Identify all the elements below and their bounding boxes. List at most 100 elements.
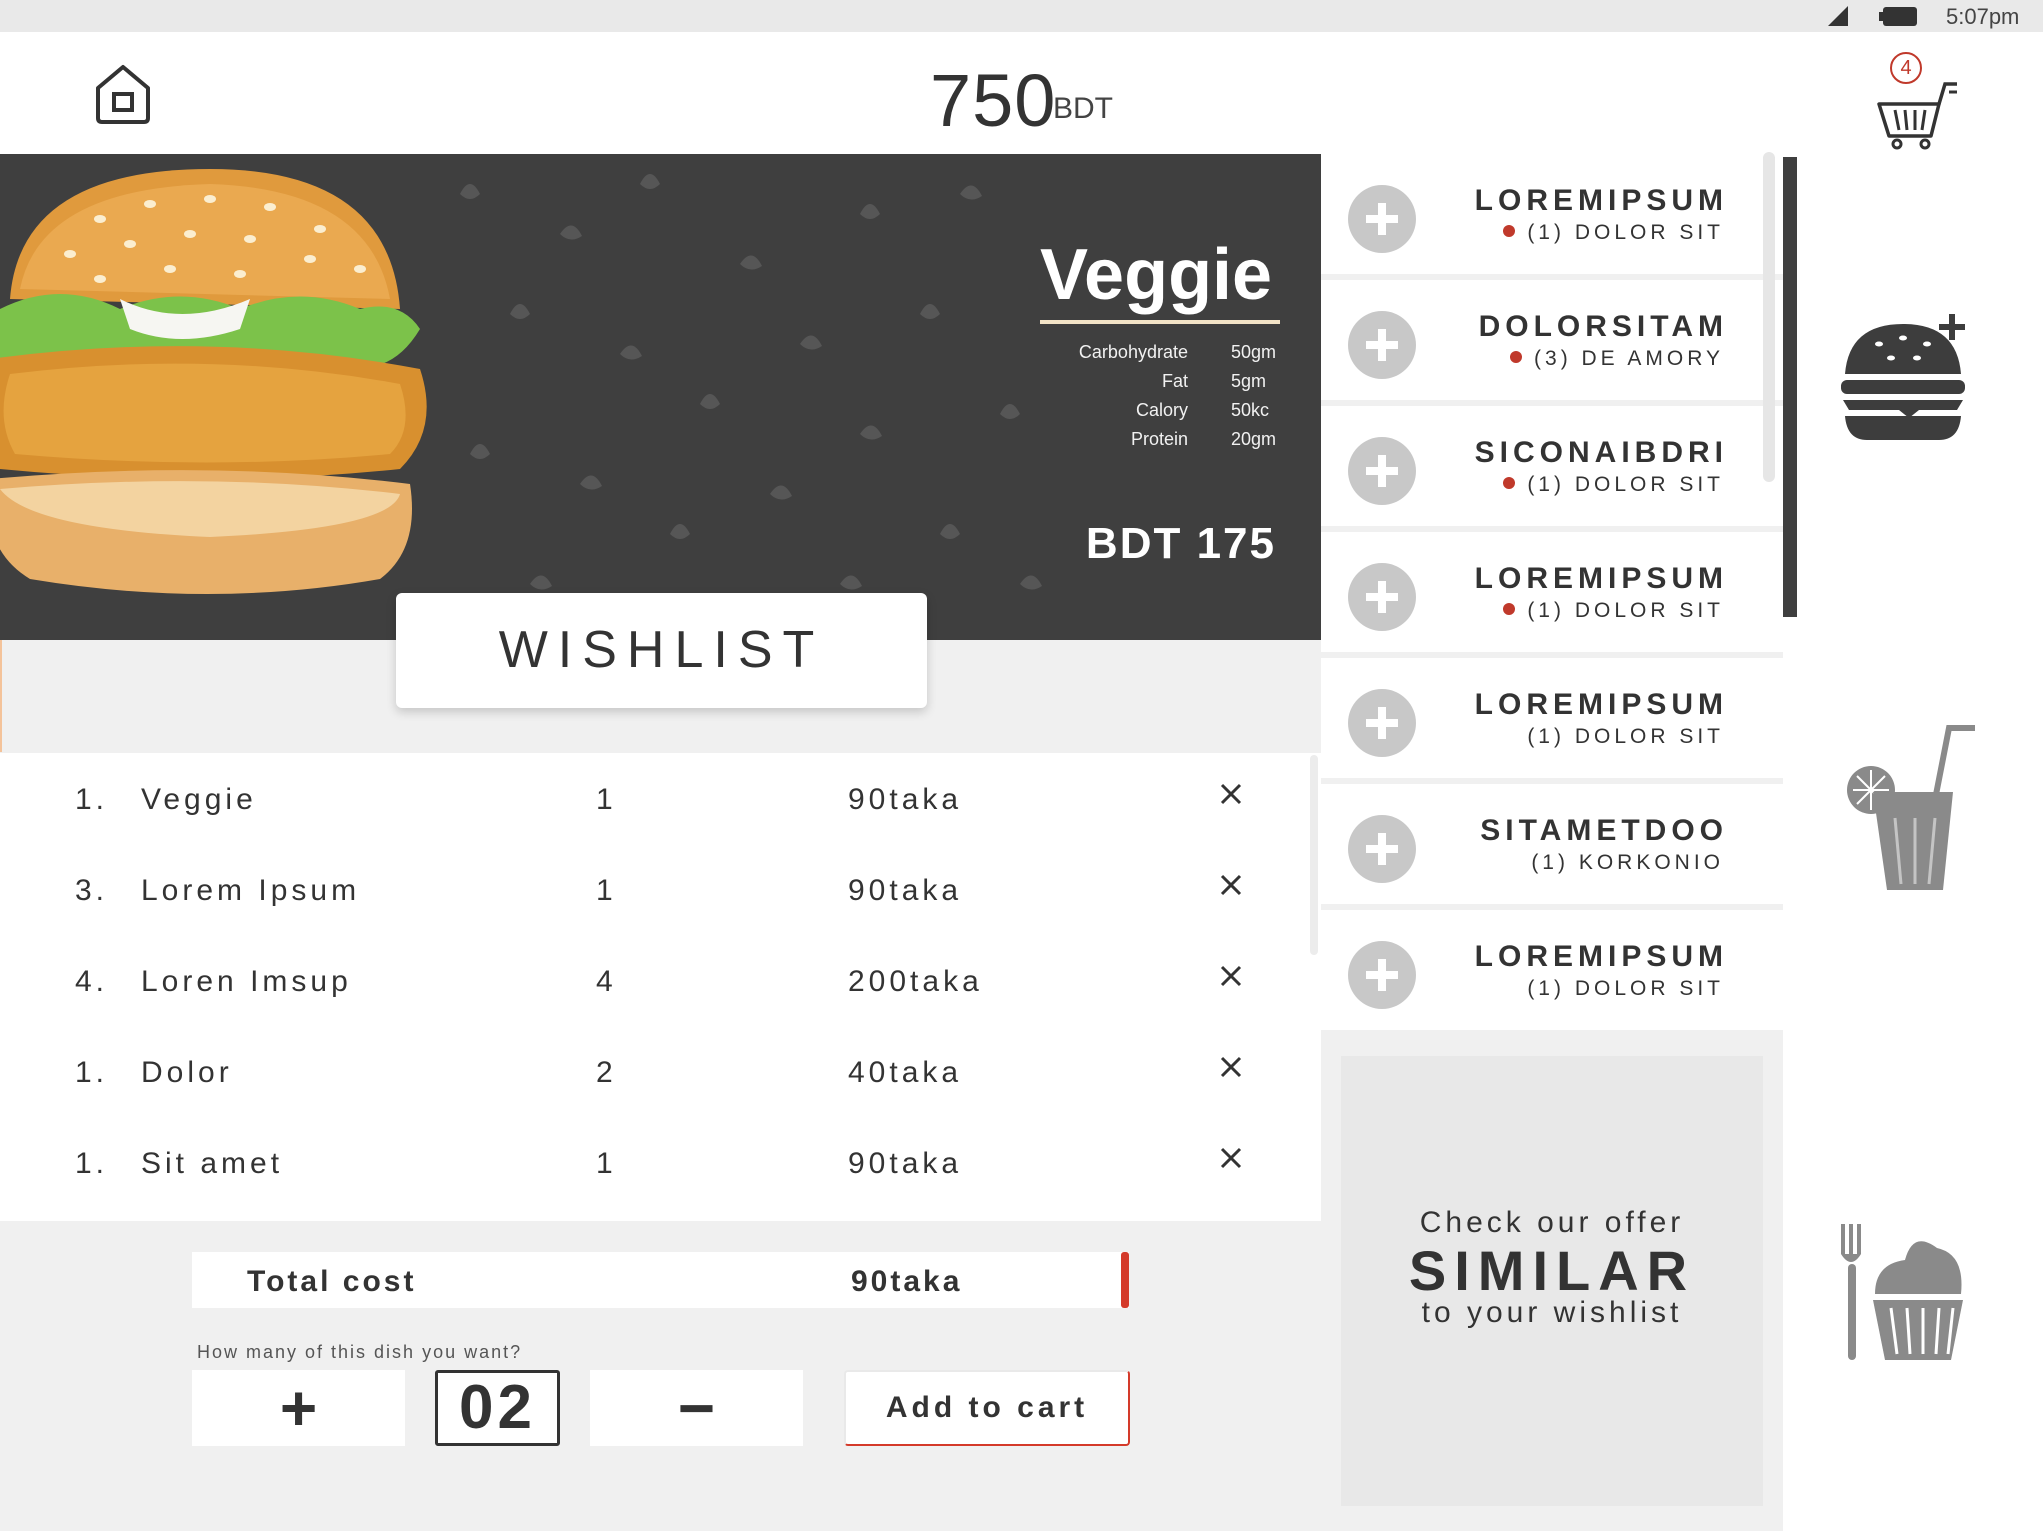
balance-unit: BDT [1053, 92, 1113, 125]
row-name: Veggie [141, 783, 257, 816]
row-index: 1. [75, 1147, 109, 1180]
menu-item-subtitle-text: (3) DE AMORY [1534, 347, 1724, 370]
quantity-display[interactable]: 02 [435, 1370, 560, 1446]
menu-item-subtitle: (1) DOLOR SIT [1527, 977, 1724, 1000]
menu-item[interactable]: LOREMIPSUM (1) DOLOR SIT [1321, 658, 1783, 778]
wishlist-row: 3. Lorem Ipsum 1 90taka [0, 844, 1321, 935]
remove-icon[interactable] [1216, 870, 1246, 900]
product-price: BDT 175 [1085, 519, 1276, 568]
product-image [0, 169, 427, 594]
row-index: 1. [75, 783, 109, 816]
remove-icon[interactable] [1216, 1143, 1246, 1173]
increase-quantity-button[interactable]: + [192, 1370, 405, 1446]
row-qty: 4 [596, 965, 617, 998]
nutrition-table: Carbohydrate 50gm Fat 5gm Calory 50kc Pr… [1040, 342, 1280, 458]
row-qty: 1 [596, 1147, 617, 1180]
nutrition-row: Protein 20gm [1040, 429, 1280, 458]
wishlist-row: 1. Sit amet 1 90taka [0, 1117, 1321, 1208]
menu-item-subtitle: (1) DOLOR SIT [1527, 725, 1724, 748]
menu-item[interactable]: SITAMETDOO (1) KORKONIO [1321, 784, 1783, 904]
menu-item-subtitle-text: (1) DOLOR SIT [1527, 599, 1724, 622]
remove-icon[interactable] [1216, 779, 1246, 809]
row-index: 3. [75, 874, 109, 907]
status-time: 5:07pm [1946, 4, 2020, 29]
menu-item-subtitle: (1) DOLOR SIT [1321, 599, 1724, 623]
nutrition-row: Carbohydrate 50gm [1040, 342, 1280, 371]
category-sidebar [1783, 154, 2043, 1531]
product-hero: Veggie Carbohydrate 50gm Fat 5gm Calory … [0, 154, 1321, 640]
menu-item-name: LOREMIPSUM [1474, 940, 1728, 973]
nutrition-row: Calory 50kc [1040, 400, 1280, 429]
row-name: Loren Imsup [141, 965, 352, 998]
menu-item[interactable]: LOREMIPSUM (1) DOLOR SIT [1321, 532, 1783, 652]
nutrition-value: 50kc [1231, 400, 1270, 420]
remove-icon[interactable] [1216, 961, 1246, 991]
menu-item-name: LOREMIPSUM [1474, 184, 1728, 217]
nutrition-label: Carbohydrate [1078, 342, 1188, 362]
nutrition-value: 20gm [1231, 429, 1277, 449]
nutrition-label: Calory [1135, 400, 1188, 420]
header: 750 BDT 4 [0, 32, 2043, 154]
menu-item-subtitle-text: (1) DOLOR SIT [1527, 473, 1724, 496]
status-dot [1503, 603, 1516, 615]
nutrition-value: 50gm [1231, 342, 1277, 362]
row-price: 200taka [848, 965, 983, 998]
drink-icon[interactable] [1843, 720, 1993, 900]
menu-item-name: DOLORSITAM [1478, 310, 1728, 343]
menu-item[interactable]: LOREMIPSUM (1) DOLOR SIT [1321, 910, 1783, 1030]
menu-item-subtitle: (3) DE AMORY [1321, 347, 1724, 371]
row-qty: 1 [596, 783, 617, 816]
menu-item-subtitle-text: (1) DOLOR SIT [1527, 221, 1724, 244]
row-price: 90taka [848, 783, 963, 816]
cart-button[interactable]: 4 [1875, 52, 1959, 152]
row-name: Sit amet [141, 1147, 284, 1180]
decrease-quantity-button[interactable]: − [590, 1370, 803, 1446]
row-qty: 1 [596, 874, 617, 907]
offer-headline: SIMILAR [1408, 1239, 1696, 1302]
cart-count-badge: 4 [1890, 52, 1922, 84]
menu-scrollbar[interactable] [1763, 152, 1775, 482]
title-underline [1040, 320, 1280, 324]
nutrition-value: 5gm [1231, 371, 1267, 391]
total-label: Total cost [247, 1265, 417, 1298]
row-qty: 2 [596, 1056, 617, 1089]
add-to-cart-button[interactable]: Add to cart [844, 1370, 1130, 1446]
dessert-icon[interactable] [1835, 1224, 1995, 1364]
wishlist-scrollbar[interactable] [1310, 755, 1318, 955]
row-price: 90taka [848, 874, 963, 907]
balance-amount: 750 [930, 59, 1057, 142]
offer-bottom-text: to your wishlist [1421, 1296, 1683, 1329]
menu-item-subtitle: (1) DOLOR SIT [1321, 473, 1724, 497]
burger-icon[interactable] [1839, 314, 1979, 444]
menu-item-name: SITAMETDOO [1480, 814, 1728, 847]
menu-item-name: SICONAIBDRI [1474, 436, 1728, 469]
nutrition-label: Fat [1161, 371, 1188, 391]
product-title: Veggie [1040, 235, 1273, 315]
total-value: 90taka [851, 1265, 963, 1298]
wishlist-tab[interactable]: WISHLIST [396, 593, 927, 708]
row-index: 1. [75, 1056, 109, 1089]
menu-item[interactable]: DOLORSITAM (3) DE AMORY [1321, 280, 1783, 400]
menu-item-name: LOREMIPSUM [1474, 688, 1728, 721]
status-bar: 5:07pm [0, 0, 2043, 32]
home-button[interactable] [92, 62, 154, 126]
signal-icon [1828, 6, 1848, 26]
remove-icon[interactable] [1216, 1052, 1246, 1082]
active-category-indicator [1783, 157, 1797, 617]
row-price: 90taka [848, 1147, 963, 1180]
row-name: Dolor [141, 1056, 233, 1089]
row-index: 4. [75, 965, 109, 998]
wishlist-row: 1. Veggie 1 90taka [0, 753, 1321, 844]
status-dot [1503, 477, 1516, 489]
nutrition-label: Protein [1130, 429, 1188, 449]
row-price: 40taka [848, 1056, 963, 1089]
status-dot [1510, 351, 1523, 363]
status-dot [1503, 225, 1516, 237]
total-cost-bar: Total cost 90taka [192, 1252, 1129, 1308]
menu-item-subtitle: (1) KORKONIO [1531, 851, 1724, 874]
wishlist-table: 1. Veggie 1 90taka 3. Lorem Ipsum 1 90ta… [0, 753, 1321, 1221]
wishlist-row: 4. Loren Imsup 4 200taka [0, 935, 1321, 1026]
offer-banner[interactable]: Check our offer SIMILAR to your wishlist [1341, 1056, 1763, 1506]
menu-item[interactable]: LOREMIPSUM (1) DOLOR SIT [1321, 154, 1783, 274]
menu-item[interactable]: SICONAIBDRI (1) DOLOR SIT [1321, 406, 1783, 526]
